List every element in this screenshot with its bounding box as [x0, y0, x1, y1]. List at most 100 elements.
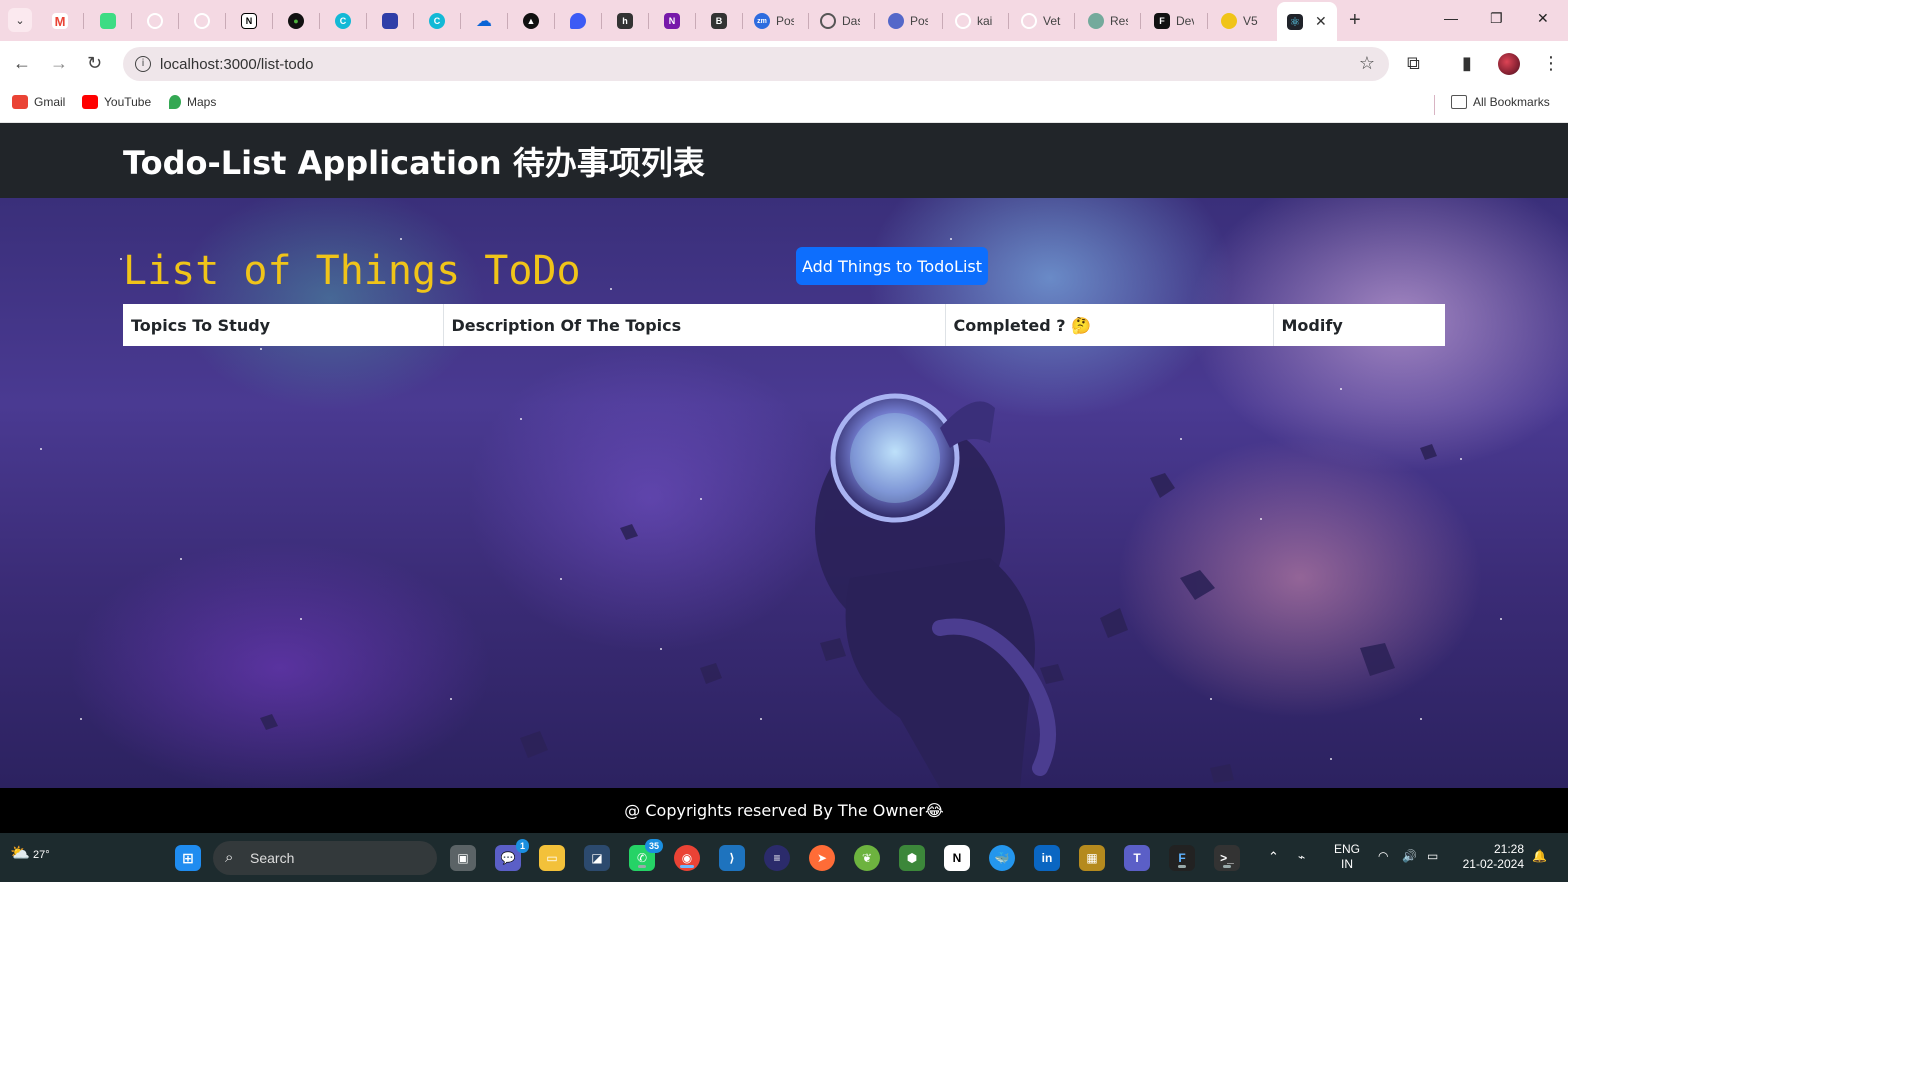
- menu-icon[interactable]: ⋮: [1542, 53, 1560, 74]
- postman-icon[interactable]: ➤: [809, 845, 835, 871]
- app-icon: [570, 13, 586, 29]
- forward-button[interactable]: →: [50, 53, 68, 74]
- weather-icon: ⛅: [10, 845, 30, 862]
- column-header-description: Description Of The Topics: [443, 304, 946, 346]
- app-icon: [888, 13, 904, 29]
- task-view-icon[interactable]: ▣: [450, 845, 476, 871]
- tab-gmail[interactable]: M: [52, 7, 68, 35]
- close-icon[interactable]: ✕: [1315, 13, 1327, 30]
- app-footer: @ Copyrights reserved By The Owner😂: [0, 788, 1568, 833]
- notification-bell-icon[interactable]: 🔔: [1532, 849, 1547, 864]
- profile-avatar[interactable]: [1498, 53, 1520, 75]
- site-info-icon[interactable]: i: [135, 56, 151, 72]
- windows-start-icon[interactable]: ⊞: [175, 845, 201, 871]
- address-bar[interactable]: i localhost:3000/list-todo ☆: [123, 47, 1389, 81]
- restore-button[interactable]: ❐: [1490, 10, 1503, 27]
- tab-dashboard[interactable]: Das: [820, 7, 860, 35]
- tab-app-2[interactable]: [570, 7, 586, 35]
- taskbar-search[interactable]: ⌕ Search: [213, 841, 437, 875]
- tab-label: Das: [842, 14, 860, 28]
- tray-chevron-icon[interactable]: ⌃: [1268, 849, 1279, 864]
- tab-github-2[interactable]: [194, 7, 210, 35]
- chatgpt-icon: [1088, 13, 1104, 29]
- eclipse-icon[interactable]: ≡: [764, 845, 790, 871]
- battery-icon[interactable]: ▭: [1427, 849, 1438, 864]
- tab-mongodb[interactable]: ●: [288, 7, 304, 35]
- teams-icon[interactable]: T: [1124, 845, 1150, 871]
- all-bookmarks[interactable]: All Bookmarks: [1451, 95, 1550, 109]
- github-icon: [194, 13, 210, 29]
- bookmark-youtube[interactable]: YouTube: [82, 95, 151, 109]
- new-tab-button[interactable]: +: [1349, 9, 1361, 32]
- nodejs-icon[interactable]: ⬢: [899, 845, 925, 871]
- spring-icon[interactable]: ❦: [854, 845, 880, 871]
- app-icon[interactable]: ▦: [1079, 845, 1105, 871]
- tab-android[interactable]: [100, 7, 116, 35]
- tab-canva-1[interactable]: C: [335, 7, 351, 35]
- terminal-icon[interactable]: >_: [1214, 845, 1240, 871]
- vscode-icon[interactable]: ⟩: [719, 845, 745, 871]
- linkedin-icon[interactable]: in: [1034, 845, 1060, 871]
- maps-pin-icon: [169, 95, 181, 109]
- tab-react-active[interactable]: ⚛ ✕: [1277, 2, 1337, 41]
- tab-notion[interactable]: N: [241, 7, 257, 35]
- framer-icon: F: [1154, 13, 1170, 29]
- extensions-icon[interactable]: ⧉: [1407, 53, 1420, 74]
- window-close-button[interactable]: ✕: [1537, 10, 1549, 27]
- space-background: List of Things ToDo Add Things to TodoLi…: [0, 198, 1568, 788]
- volume-icon[interactable]: 🔊: [1402, 849, 1417, 864]
- bookmark-star-icon[interactable]: ☆: [1359, 53, 1375, 74]
- region-code: IN: [1341, 857, 1353, 871]
- tab-github-kai[interactable]: kai: [955, 7, 995, 35]
- tab-pos[interactable]: Pos: [888, 7, 928, 35]
- clock[interactable]: 21:28 21-02-2024: [1458, 842, 1524, 872]
- back-button[interactable]: ←: [13, 53, 31, 74]
- tab-framer[interactable]: F Dev: [1154, 7, 1194, 35]
- android-icon: [100, 13, 116, 29]
- tab-zoom-pos[interactable]: zm Pos: [754, 7, 794, 35]
- tab-label: Res: [1110, 14, 1128, 28]
- chrome-icon[interactable]: ◉: [674, 845, 700, 871]
- tab-search-button[interactable]: ⌄: [8, 8, 32, 32]
- framer-icon[interactable]: F: [1169, 845, 1195, 871]
- add-todo-button[interactable]: Add Things to TodoList: [796, 247, 988, 285]
- side-panel-icon[interactable]: ▮: [1462, 53, 1472, 74]
- tab-label: Pos: [776, 14, 794, 28]
- page-content: Todo-List Application 待办事项列表 List of Thi…: [0, 123, 1568, 833]
- taskbar-search-label: Search: [250, 850, 295, 866]
- language-indicator[interactable]: ENG IN: [1334, 842, 1360, 872]
- bootstrap-icon: B: [711, 13, 727, 29]
- tab-bootstrap[interactable]: B: [711, 7, 727, 35]
- url-text[interactable]: localhost:3000/list-todo: [160, 56, 313, 73]
- tab-app-1[interactable]: [382, 7, 398, 35]
- reload-button[interactable]: ↻: [87, 53, 102, 74]
- bookmark-gmail[interactable]: Gmail: [12, 95, 65, 109]
- app-title: Todo-List Application 待办事项列表: [123, 144, 705, 182]
- network-off-icon[interactable]: ⌁: [1298, 850, 1305, 865]
- tab-hashnode[interactable]: h: [617, 7, 633, 35]
- tab-onenote[interactable]: N: [664, 7, 680, 35]
- bookmark-maps[interactable]: Maps: [169, 95, 216, 109]
- app-icon[interactable]: ◪: [584, 845, 610, 871]
- language-code: ENG: [1334, 842, 1361, 856]
- minimize-button[interactable]: —: [1444, 10, 1458, 26]
- tab-v5[interactable]: V5: [1221, 7, 1261, 35]
- teams-chat-icon[interactable]: 💬 1: [495, 839, 529, 871]
- tab-label: Dev: [1176, 14, 1194, 28]
- tab-label: Vet: [1043, 14, 1061, 28]
- tab-arc[interactable]: ▲: [523, 7, 539, 35]
- tab-chatgpt[interactable]: Res: [1088, 7, 1128, 35]
- tab-canva-2[interactable]: C: [429, 7, 445, 35]
- file-explorer-icon[interactable]: ▭: [539, 845, 565, 871]
- notion-icon[interactable]: N: [944, 845, 970, 871]
- wifi-icon[interactable]: ◠: [1378, 849, 1388, 864]
- tab-github-1[interactable]: [147, 7, 163, 35]
- bookmark-label: Maps: [187, 95, 217, 109]
- tab-github-vet[interactable]: Vet: [1021, 7, 1061, 35]
- docker-icon[interactable]: 🐳: [989, 845, 1015, 871]
- tab-onedrive[interactable]: ☁: [476, 7, 492, 35]
- whatsapp-icon[interactable]: ✆ 35: [629, 839, 663, 871]
- tab-label: V5: [1243, 14, 1258, 28]
- weather-widget[interactable]: ⛅ 27°: [10, 843, 50, 863]
- bookmark-label: Gmail: [34, 95, 66, 109]
